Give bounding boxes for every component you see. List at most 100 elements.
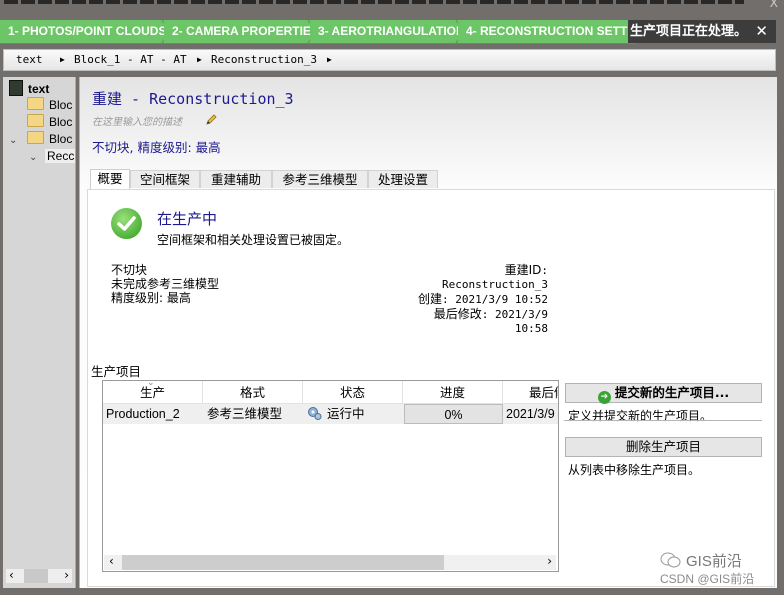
reconstruction-summary: 不切块, 精度级别: 最高 — [92, 140, 221, 155]
wechat-icon — [660, 552, 681, 568]
scroll-thumb[interactable] — [122, 555, 444, 570]
status-subtitle: 空间框架和相关处理设置已被固定。 — [157, 233, 350, 247]
success-check-icon — [111, 208, 142, 239]
status-title: 在生产中 — [157, 210, 218, 228]
wizard-step-reconstruction[interactable]: 4- RECONSTRUCTION SETTINGS — [458, 20, 636, 44]
obscured-text — [4, 0, 744, 4]
scroll-left-icon[interactable]: ‹ — [109, 554, 114, 568]
cell-status: 运行中 — [307, 404, 402, 424]
progress-bar: 0% — [404, 404, 503, 424]
tree-item-block-2[interactable]: Bloc — [27, 114, 72, 131]
submit-production-desc: 定义并提交新的生产项目。 — [568, 409, 713, 423]
folder-icon — [27, 97, 44, 110]
meta-label: 最后修改 — [433, 307, 482, 321]
tree-item-reconstruction[interactable]: ⌄ Recc — [29, 148, 75, 166]
notice-close-icon[interactable]: ✕ — [755, 20, 768, 43]
column-header-last-modified[interactable]: 最后修 — [503, 381, 558, 403]
breadcrumb-sep-icon[interactable]: ▶ — [197, 50, 202, 70]
productions-table: ⌄ 生产 格式 状态 进度 最后修 Production_2 参考三维模型 运行… — [102, 380, 559, 572]
breadcrumb-sep-icon[interactable]: ▶ — [327, 50, 332, 70]
folder-icon — [27, 131, 44, 144]
table-row[interactable]: Production_2 参考三维模型 运行中 0% 2021/3/9 — [103, 404, 558, 424]
reconstruction-info: 不切块 未完成参考三维模型 精度级别: 最高 — [111, 263, 219, 305]
meta-value: : 2021/3/9 10:52 — [442, 293, 548, 306]
watermark-credit: CSDN @GIS前沿 — [660, 572, 755, 586]
info-reference-model: 未完成参考三维模型 — [111, 277, 220, 291]
description-field[interactable]: 在这里输入您的描述 — [92, 113, 182, 128]
tree-horizontal-scrollbar[interactable]: ‹ › — [6, 568, 72, 583]
remove-production-button[interactable]: 删除生产项目 — [565, 437, 762, 457]
wizard-step-label: 3- AEROTRIANGULATION — [318, 24, 465, 38]
meta-label: 创建 — [418, 292, 443, 306]
project-icon — [9, 80, 23, 96]
productions-label: 生产项目 — [91, 364, 142, 379]
wizard-step-label: 2- CAMERA PROPERTIES — [172, 24, 318, 38]
wizard-step-aerotriangulation[interactable]: 3- AEROTRIANGULATION — [310, 20, 466, 44]
breadcrumb: text ▶ Block_1 - AT - AT ▶ Reconstructio… — [3, 49, 776, 71]
wizard-step-label: 4- RECONSTRUCTION SETTINGS — [466, 24, 636, 38]
cell-name: Production_2 — [106, 407, 180, 421]
processing-notice: 生产项目正在处理。 ✕ — [628, 20, 776, 43]
meta-value: : 2021/3/9 10:58 — [481, 308, 548, 335]
cell-last-modified: 2021/3/9 — [506, 407, 555, 421]
table-header: ⌄ 生产 格式 状态 进度 最后修 — [103, 381, 558, 404]
tab-reference-3d-model[interactable]: 参考三维模型 — [272, 170, 368, 188]
info-tiling: 不切块 — [111, 263, 148, 277]
folder-icon — [27, 114, 44, 127]
breadcrumb-item-reconstruction[interactable]: Reconstruction_3 — [211, 50, 317, 70]
watermark-logo: GIS前沿 — [660, 550, 742, 571]
breadcrumb-item-text[interactable]: text — [16, 50, 43, 70]
meta-label: 重建ID — [504, 263, 542, 277]
reconstruction-meta: 重建ID: Reconstruction_3 创建: 2021/3/9 10:5… — [404, 263, 548, 336]
obscured-title-strip: X — [0, 0, 784, 18]
tree-item-label: Bloc — [49, 132, 73, 146]
arrow-right-circle-icon: ➔ — [597, 391, 611, 404]
gears-icon — [308, 407, 322, 420]
scroll-thumb[interactable] — [24, 569, 48, 583]
tree-item-block-3[interactable]: ⌄ Bloc — [9, 131, 72, 148]
watermark-text: GIS前沿 — [686, 553, 742, 570]
status-text: 运行中 — [327, 407, 365, 421]
breadcrumb-sep-icon[interactable]: ▶ — [60, 50, 65, 70]
chevron-down-icon[interactable]: ⌄ — [29, 149, 45, 166]
info-precision: 精度级别: 最高 — [111, 291, 191, 305]
divider — [564, 420, 762, 421]
column-header-format[interactable]: 格式 — [203, 381, 303, 403]
table-horizontal-scrollbar[interactable]: ‹ › — [104, 554, 556, 570]
chevron-down-icon[interactable]: ⌄ — [9, 132, 27, 149]
pencil-icon[interactable] — [205, 114, 217, 126]
tab-processing-settings[interactable]: 处理设置 — [368, 170, 438, 188]
sort-icon: ⌄ — [147, 380, 155, 388]
wizard-step-camera[interactable]: 2- CAMERA PROPERTIES — [164, 20, 318, 44]
meta-id: 重建ID: Reconstruction_3 — [404, 263, 548, 292]
tree-item-label: Bloc — [49, 98, 73, 112]
meta-created: 创建: 2021/3/9 10:52 — [404, 292, 548, 307]
scroll-left-icon[interactable]: ‹ — [9, 568, 14, 582]
overview-panel: 在生产中 空间框架和相关处理设置已被固定。 不切块 未完成参考三维模型 精度级别… — [87, 189, 775, 587]
notice-text: 生产项目正在处理。 — [630, 24, 748, 39]
breadcrumb-item-block[interactable]: Block_1 - AT - AT — [74, 50, 187, 70]
top-close-icon[interactable]: X — [770, 0, 778, 10]
project-tree: text Bloc Bloc ⌄ Bloc ⌄ Recc ‹ › — [3, 77, 76, 588]
scroll-right-icon[interactable]: › — [64, 568, 69, 582]
scroll-right-icon[interactable]: › — [547, 554, 552, 568]
tree-item-label: Bloc — [49, 115, 73, 129]
cell-format: 参考三维模型 — [207, 407, 283, 421]
wizard-step-photos[interactable]: 1- PHOTOS/POINT CLOUDS — [0, 20, 172, 44]
meta-modified: 最后修改: 2021/3/9 10:58 — [404, 307, 548, 336]
tree-root[interactable]: text — [9, 80, 49, 97]
column-header-production[interactable]: ⌄ 生产 — [103, 381, 203, 403]
tree-item-label: Recc — [45, 149, 75, 163]
tab-reconstruction-constraints[interactable]: 重建辅助 — [200, 170, 272, 188]
tab-overview[interactable]: 概要 — [90, 169, 130, 189]
button-label: 提交新的生产项目... — [614, 385, 730, 400]
wizard-step-label: 1- PHOTOS/POINT CLOUDS — [8, 24, 167, 38]
tab-spatial-framework[interactable]: 空间框架 — [130, 170, 200, 188]
submit-production-button[interactable]: ➔ 提交新的生产项目... — [565, 383, 762, 404]
page-title: 重建 - Reconstruction_3 — [92, 90, 294, 108]
reconstruction-panel: 重建 - Reconstruction_3 在这里输入您的描述 不切块, 精度级… — [79, 77, 777, 588]
tree-item-block-1[interactable]: Bloc — [27, 97, 72, 114]
column-header-status[interactable]: 状态 — [303, 381, 403, 403]
column-header-progress[interactable]: 进度 — [403, 381, 503, 403]
remove-production-desc: 从列表中移除生产项目。 — [568, 463, 701, 477]
